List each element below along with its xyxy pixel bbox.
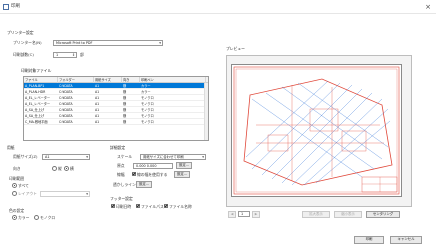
drawing-sheet — [231, 64, 402, 197]
next-page-button[interactable]: ▶ — [252, 211, 260, 218]
print-range-label: 印刷範囲 — [9, 176, 25, 181]
sheet-list-label: 印刷対象ファイル — [21, 68, 52, 73]
portrait-label: 縦 — [58, 166, 62, 171]
pen-settings-button[interactable]: 設定... — [174, 171, 190, 178]
chevron-down-icon: ▾ — [86, 192, 88, 196]
paper-size-label: 用紙サイズ(Z) — [13, 154, 38, 159]
range-layout-label: レイアウト — [18, 191, 37, 196]
zoom-out-button[interactable]: 縮小表示 — [334, 211, 362, 218]
color-setting-label: 色の設定 — [9, 208, 25, 213]
zoom-in-button[interactable]: 拡大表示 — [302, 211, 330, 218]
cancel-button[interactable]: キャンセル — [390, 236, 422, 244]
prev-page-button[interactable]: ◀ — [228, 211, 236, 218]
table-cell: C:¥DATA — [59, 120, 73, 124]
table-cell: 横 — [123, 120, 127, 124]
range-all-label: すべて — [18, 183, 29, 188]
footer-path-checkbox[interactable] — [136, 204, 140, 208]
site-plan-drawing — [233, 66, 400, 195]
pen-width-option: 線の幅を使用する — [137, 172, 168, 177]
origin-label: 原点 — [117, 163, 125, 168]
printer-name-label: プリンター名(N) — [13, 40, 42, 45]
printer-select[interactable]: Microsoft Print to PDF ▾ — [53, 40, 163, 46]
page-number-value: 1 — [241, 212, 244, 216]
close-icon[interactable]: × — [423, 2, 433, 12]
footer-name-checkbox[interactable] — [164, 204, 168, 208]
origin-settings-button[interactable]: 設定... — [176, 162, 192, 169]
center-button[interactable]: センタリング — [366, 211, 400, 218]
mono-radio[interactable] — [34, 215, 39, 220]
scale-select[interactable]: 用紙サイズに合わせて印刷 ▾ — [140, 154, 206, 160]
range-layout-radio[interactable] — [12, 191, 17, 196]
layout-select[interactable]: ▾ — [40, 191, 90, 197]
color-radio[interactable] — [12, 215, 17, 220]
origin-input[interactable]: 0.000 0.000 — [133, 163, 173, 169]
detail-group-label: 詳細設定 — [110, 145, 126, 150]
stamp-label: 透かしライン — [113, 182, 136, 187]
print-button[interactable]: 印刷 — [354, 236, 384, 244]
copies-value: 1 — [56, 53, 59, 57]
landscape-label: 横 — [70, 166, 74, 171]
landscape-radio[interactable] — [64, 166, 69, 171]
preview-label: プレビュー — [226, 46, 245, 51]
footer-date-label: 印刷日時 — [116, 204, 132, 209]
window-title: 印刷 — [11, 4, 20, 9]
table-cell: モノクロ — [141, 120, 154, 124]
mono-label: モノクロ — [40, 215, 56, 220]
footer-date-checkbox[interactable] — [111, 204, 115, 208]
paper-group-label: 用紙 — [7, 145, 15, 150]
page-number-input[interactable]: 1 — [238, 211, 250, 217]
copies-unit: 部 — [80, 52, 84, 57]
scale-value: 用紙サイズに合わせて印刷 — [143, 155, 184, 159]
origin-value: 0.000 0.000 — [136, 164, 157, 168]
printer-group-label: プリンター設定 — [7, 30, 34, 35]
table-cell: A1 — [95, 120, 100, 124]
orientation-label: 向き — [13, 166, 21, 171]
title-bar: 印刷 × — [0, 0, 436, 14]
table-cell: C_MA-敷地平面 — [25, 120, 48, 124]
copies-label: 印刷部数(C) — [13, 52, 34, 57]
range-all-radio[interactable] — [12, 183, 17, 188]
portrait-radio[interactable] — [52, 166, 57, 171]
scale-label: スケール — [117, 154, 133, 159]
stepper-arrows-icon[interactable]: ⇕ — [72, 53, 75, 57]
printer-select-value: Microsoft Print to PDF — [56, 41, 93, 45]
paper-size-value: A1 — [45, 155, 50, 159]
footer-group-label: フッター設定 — [110, 196, 133, 201]
table-scrollbar[interactable] — [204, 83, 208, 140]
chevron-down-icon: ▾ — [159, 41, 161, 45]
color-label: カラー — [18, 215, 30, 220]
sheet-table[interactable]: ファイル フォルダー 用紙サイズ 向き 印刷ペン A_PLAN-BP1 C:¥DA… — [23, 76, 209, 141]
footer-path-label: ファイルパス — [141, 204, 164, 209]
footer-name-label: ファイル名称 — [169, 204, 192, 209]
chevron-down-icon: ▾ — [86, 155, 88, 159]
app-icon — [3, 4, 9, 10]
pen-width-checkbox[interactable] — [132, 172, 136, 176]
chevron-down-icon: ▾ — [202, 155, 204, 159]
copies-stepper[interactable]: 1 ⇕ — [53, 52, 77, 58]
stamp-settings-button[interactable]: 設定... — [136, 181, 152, 188]
pen-label: 線幅 — [117, 172, 125, 177]
table-row[interactable]: C_MA-敷地平面 C:¥DATA A1 横 モノクロ — [24, 119, 208, 125]
paper-size-select[interactable]: A1 ▾ — [42, 154, 90, 160]
